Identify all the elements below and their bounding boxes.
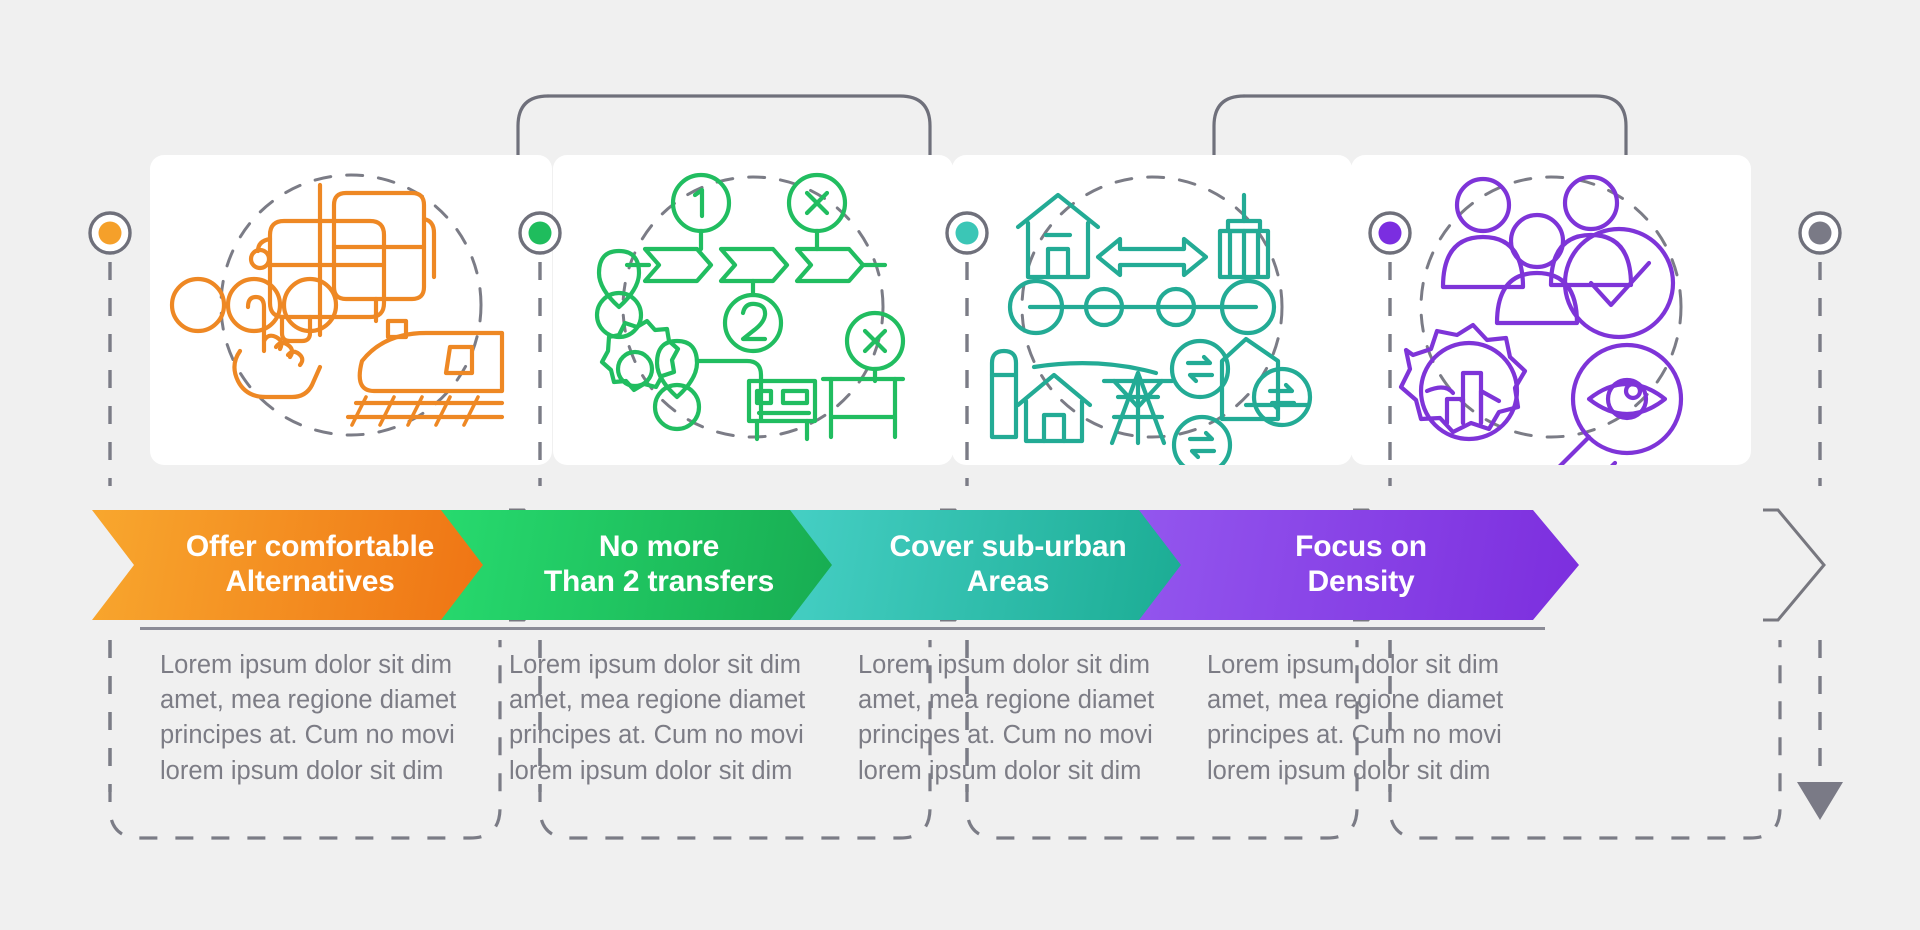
step-title-2: No more Than 2 transfers [543,530,775,598]
public-transport-options-icon [169,173,505,437]
transfer-limit-icon [594,172,906,442]
icon-card-3 [952,155,1352,465]
infographic-canvas: Offer comfortable Alternatives No more T… [0,0,1920,930]
timeline-marker-ring-5[interactable] [1798,211,1842,255]
step-banner-4[interactable]: Focus on Density [1139,510,1579,620]
icon-card-4 [1351,155,1751,465]
step-body-2: Lorem ipsum dolor sit dim amet, mea regi… [509,651,806,785]
divider-rule-1 [140,627,498,630]
timeline-marker-dot-1[interactable] [98,221,122,245]
timeline-marker-dot-5[interactable] [1808,221,1832,245]
step-body-4: Lorem ipsum dolor sit dim amet, mea regi… [1207,651,1504,785]
step-title-3: Cover sub-urban Areas [889,530,1127,598]
step-body-1: Lorem ipsum dolor sit dim amet, mea regi… [160,651,457,785]
suburban-coverage-icon [989,175,1313,465]
step-body-3: Lorem ipsum dolor sit dim amet, mea regi… [858,651,1155,785]
divider-rule-2 [489,627,847,630]
step-title-1: Offer comfortable Alternatives [185,530,435,598]
population-density-icon [1398,174,1684,465]
icon-card-2 [553,155,953,465]
timeline-marker-ring-1[interactable] [88,211,132,255]
chevron-outline-layer [509,508,1826,622]
chevron-outline-4 [1763,508,1826,622]
divider-rule-3 [838,627,1196,630]
down-arrow-marker [1797,782,1843,820]
divider-rule-4 [1187,627,1545,630]
icon-card-1 [150,155,552,465]
timeline-marker-layer [88,211,1843,840]
timeline-connector-layer [516,94,1628,235]
step-title-4: Focus on Density [1295,530,1427,598]
